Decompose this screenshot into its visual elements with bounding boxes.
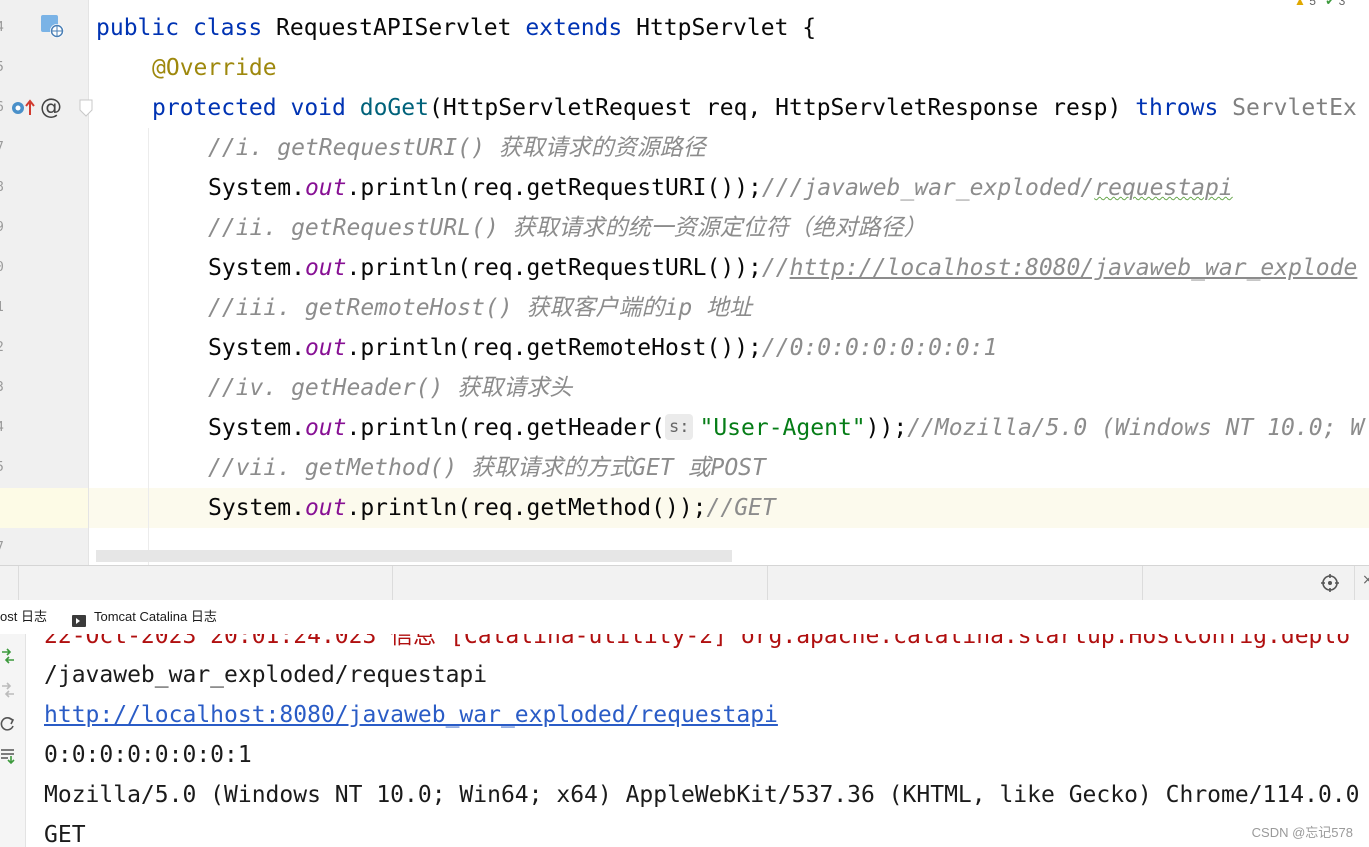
swap-icon[interactable] <box>0 680 16 704</box>
code-line-print-header[interactable]: System.out.println(req.getHeader(s: "User… <box>208 408 1364 448</box>
code-comment[interactable]: //ii. getRequestURL() 获取请求的统一资源定位符（绝对路径） <box>208 208 927 248</box>
code-comment[interactable]: //i. getRequestURI() 获取请求的资源路径 <box>208 128 706 168</box>
line-number: 7 <box>0 540 6 555</box>
code-comment[interactable]: //iv. getHeader() 获取请求头 <box>208 368 572 408</box>
line-number: 8 <box>0 180 6 195</box>
soft-wrap-icon[interactable] <box>0 646 16 670</box>
editor-gutter[interactable]: 4 5 6 7 8 9 0 1 2 3 4 5 6 7 <box>0 0 89 565</box>
inspections-widget[interactable]: ▲ 5 ✔ 3 <box>1294 0 1345 8</box>
console-output[interactable]: 22-Oct-2023 20:01:24.023 信息 [Catalina-ut… <box>0 634 1369 847</box>
line-number: 1 <box>0 300 6 315</box>
console-icon <box>72 612 86 631</box>
parameter-hint: s: <box>664 413 694 440</box>
divider <box>392 566 393 600</box>
code-line-print-uri[interactable]: System.out.println(req.getRequestURI());… <box>208 168 1233 208</box>
code-line-print-method[interactable]: System.out.println(req.getMethod());//GE… <box>208 488 776 528</box>
code-editor[interactable]: 4 5 6 7 8 9 0 1 2 3 4 5 6 7 @ <box>0 0 1369 565</box>
horizontal-scrollbar[interactable] <box>96 550 732 562</box>
code-line-print-url[interactable]: System.out.println(req.getRequestURL());… <box>208 248 1357 288</box>
console-log-line: 22-Oct-2023 20:01:24.023 信息 [Catalina-ut… <box>44 634 1351 649</box>
servlet-class-icon[interactable] <box>40 14 66 44</box>
console-toolbar <box>0 634 26 847</box>
divider <box>767 566 768 600</box>
override-at-icon[interactable]: @ <box>40 95 62 120</box>
console-output-line: 0:0:0:0:0:0:0:1 <box>44 742 252 768</box>
line-number: 3 <box>0 380 6 395</box>
code-line-annotation[interactable]: @Override <box>152 48 277 88</box>
watermark: CSDN @忘记578 <box>1251 825 1353 840</box>
console-output-line: GET <box>44 822 86 847</box>
line-number: 0 <box>0 260 6 275</box>
console-output-link[interactable]: http://localhost:8080/javaweb_war_explod… <box>44 695 778 735</box>
close-icon[interactable]: × <box>1362 572 1369 588</box>
current-line-gutter <box>0 488 88 528</box>
line-number: 2 <box>0 340 6 355</box>
services-tool-window-header: × <box>0 565 1369 601</box>
crosshair-icon[interactable] <box>1320 573 1340 597</box>
console-output-line: Mozilla/5.0 (Windows NT 10.0; Win64; x64… <box>44 782 1360 808</box>
line-number: 7 <box>0 140 6 155</box>
divider <box>1354 566 1355 600</box>
tab-host-log[interactable]: ost 日志 <box>0 600 47 634</box>
divider <box>18 566 19 600</box>
code-comment[interactable]: //vii. getMethod() 获取请求的方式GET 或POST <box>208 448 766 488</box>
log-tabs: ost 日志 Tomcat Catalina 日志 <box>0 600 1369 634</box>
comment-url-link[interactable]: http://localhost:8080/javaweb_war_explod… <box>790 255 1358 281</box>
indent-guide <box>148 128 149 565</box>
divider <box>1142 566 1143 600</box>
code-line-print-remote-host[interactable]: System.out.println(req.getRemoteHost());… <box>208 328 997 368</box>
refresh-icon[interactable] <box>0 714 16 738</box>
fold-marker-icon[interactable] <box>78 98 94 124</box>
line-number: 6 <box>0 100 6 115</box>
code-comment[interactable]: //iii. getRemoteHost() 获取客户端的ip 地址 <box>208 288 752 328</box>
warning-icon: ▲ <box>1294 0 1306 8</box>
line-number: 4 <box>0 420 6 435</box>
tab-tomcat-catalina-log[interactable]: Tomcat Catalina 日志 <box>94 600 217 634</box>
line-number: 5 <box>0 460 6 475</box>
implementation-marker-icon[interactable] <box>10 97 36 123</box>
line-number: 5 <box>0 60 6 75</box>
code-line-method-declaration[interactable]: protected void doGet(HttpServletRequest … <box>152 88 1357 128</box>
code-line-class-declaration[interactable]: public class RequestAPIServlet extends H… <box>96 8 816 48</box>
line-number: 4 <box>0 20 6 35</box>
scroll-to-end-icon[interactable] <box>0 746 16 770</box>
console-output-line: /javaweb_war_exploded/requestapi <box>44 662 488 688</box>
check-icon: ✔ <box>1325 0 1336 8</box>
line-number: 9 <box>0 220 6 235</box>
